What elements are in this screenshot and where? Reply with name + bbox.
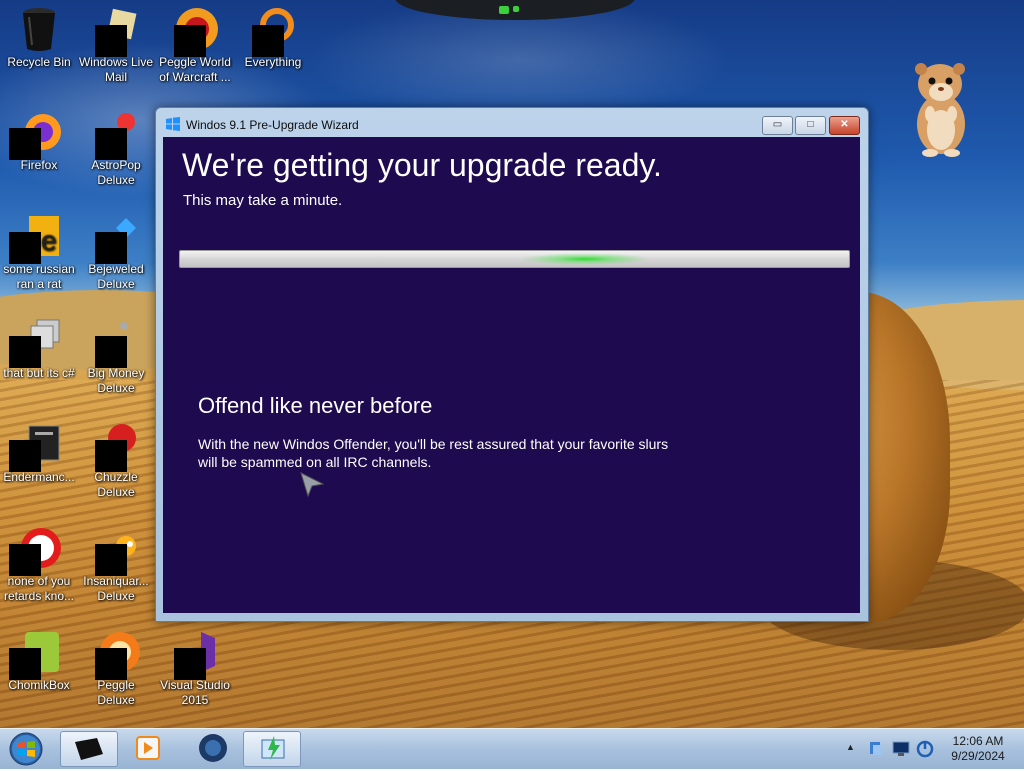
windows-orb-icon[interactable] xyxy=(6,731,46,767)
desktop-icon-rat[interactable]: e some russian ran a rat xyxy=(1,212,77,292)
volume-icon[interactable] xyxy=(916,740,934,758)
redacted-overlay xyxy=(9,544,41,576)
desktop-icon-everything[interactable]: Everything xyxy=(235,5,311,70)
icon-label: some russian ran a rat xyxy=(3,262,75,291)
icon-label: Recycle Bin xyxy=(7,55,71,69)
black-box-app-icon xyxy=(75,738,103,760)
desktop-icon-red-app[interactable]: none of you retards kno... xyxy=(1,524,77,604)
close-button[interactable]: ✕ xyxy=(829,116,860,135)
globe-browser-icon xyxy=(199,734,227,762)
taskbar-button-upgrade-wizard[interactable] xyxy=(243,731,301,767)
redacted-overlay xyxy=(9,648,41,680)
desktop-icon-firefox[interactable]: Firefox xyxy=(1,108,77,173)
redacted-overlay xyxy=(95,440,127,472)
icon-label: Peggle Deluxe xyxy=(97,678,135,707)
desktop-icon-insaniquarium[interactable]: Insaniquar... Deluxe xyxy=(78,524,154,604)
upgrade-wizard-icon xyxy=(261,736,285,760)
show-hidden-icons-chevron[interactable]: ▲ xyxy=(846,742,855,752)
desktop-icon-peggle-deluxe[interactable]: Peggle Deluxe xyxy=(78,628,154,708)
desktop-icon-endermanch[interactable]: Endermanc... xyxy=(1,420,77,485)
feature-description: With the new Windos Offender, you'll be … xyxy=(198,436,669,470)
wizard-heading: We're getting your upgrade ready. xyxy=(182,147,662,183)
redacted-overlay xyxy=(95,648,127,680)
taskbar: ▲ 12:06 AM 9/29/2024 xyxy=(0,728,1024,769)
redacted-overlay xyxy=(95,25,127,57)
icon-label: Chuzzle Deluxe xyxy=(94,470,138,499)
icon-label: none of you retards kno... xyxy=(3,574,75,603)
icon-label: Big Money Deluxe xyxy=(87,366,145,395)
window-title: Windos 9.1 Pre-Upgrade Wizard xyxy=(186,118,359,132)
system-clock[interactable]: 12:06 AM 9/29/2024 xyxy=(938,734,1018,764)
taskbar-button-browser[interactable] xyxy=(185,731,241,765)
upgrade-progress-bar xyxy=(179,250,850,268)
maximize-button[interactable]: □ xyxy=(795,116,826,135)
redacted-overlay xyxy=(95,128,127,160)
network-icon[interactable] xyxy=(868,740,884,758)
icon-label: that but its c# xyxy=(3,366,75,380)
feature-title: Offend like never before xyxy=(198,393,433,418)
desktop-icon-visual-studio[interactable]: Visual Studio 2015 xyxy=(157,628,233,708)
redacted-overlay xyxy=(95,232,127,264)
desktop-icon-bejeweled[interactable]: Bejeweled Deluxe xyxy=(78,212,154,292)
icon-label: Endermanc... xyxy=(3,470,75,484)
icon-label: Peggle World of Warcraft ... xyxy=(159,55,231,84)
desktop-icon-chuzzle[interactable]: Chuzzle Deluxe xyxy=(78,420,154,500)
redacted-overlay xyxy=(9,440,41,472)
icon-label: Everything xyxy=(244,55,302,69)
minimize-button[interactable]: ▭ xyxy=(762,116,793,135)
wizard-content: We're getting your upgrade ready. This m… xyxy=(163,137,860,613)
clock-time: 12:06 AM xyxy=(952,734,1004,748)
mouse-cursor-icon xyxy=(300,472,324,498)
redacted-overlay xyxy=(95,544,127,576)
icon-label: Visual Studio 2015 xyxy=(160,678,230,707)
redacted-overlay xyxy=(252,25,284,57)
desktop-icon-csharp[interactable]: that but its c# xyxy=(1,316,77,381)
recycle-bin-icon xyxy=(23,8,55,51)
redacted-overlay xyxy=(9,232,41,264)
clock-date: 9/29/2024 xyxy=(951,749,1005,763)
icon-label: Windows Live Mail xyxy=(78,55,154,84)
desktop-gadget[interactable] xyxy=(395,0,635,20)
display-icon[interactable] xyxy=(892,741,910,757)
media-player-icon xyxy=(136,736,160,760)
windows-logo-icon xyxy=(166,117,180,131)
icon-label: Firefox xyxy=(20,158,58,172)
icon-label: Bejeweled Deluxe xyxy=(88,262,144,291)
redacted-overlay xyxy=(95,336,127,368)
progress-marquee-glow xyxy=(520,253,650,265)
icon-label: Insaniquar... Deluxe xyxy=(83,574,149,603)
redacted-overlay xyxy=(9,336,41,368)
desktop-icon-windows-live-mail[interactable]: Windows Live Mail xyxy=(78,5,154,85)
taskbar-button-media-player[interactable] xyxy=(120,731,176,765)
redacted-overlay xyxy=(174,25,206,57)
taskbar-button-black-box[interactable] xyxy=(60,731,118,767)
desktop-icon-astropop[interactable]: AstroPop Deluxe xyxy=(78,108,154,188)
svg-text:e: e xyxy=(41,225,57,256)
redacted-overlay xyxy=(174,648,206,680)
desktop-icon-peggle-wow[interactable]: Peggle World of Warcraft ... xyxy=(157,5,233,85)
window-titlebar[interactable]: Windos 9.1 Pre-Upgrade Wizard ▭ □ ✕ xyxy=(156,108,868,136)
hamster-desktop-pet[interactable] xyxy=(908,56,972,158)
desktop-icon-big-money[interactable]: Big Money Deluxe xyxy=(78,316,154,396)
desktop-icon-chomikbox[interactable]: ChomikBox xyxy=(1,628,77,693)
desktop-icon-recycle-bin[interactable]: Recycle Bin xyxy=(1,5,77,70)
icon-label: AstroPop Deluxe xyxy=(91,158,141,187)
wizard-subheading: This may take a minute. xyxy=(183,192,343,209)
upgrade-wizard-window[interactable]: Windos 9.1 Pre-Upgrade Wizard ▭ □ ✕ We'r… xyxy=(155,107,869,622)
icon-label: ChomikBox xyxy=(8,678,70,692)
system-tray: ▲ 12:06 AM 9/29/2024 xyxy=(840,729,1024,769)
redacted-overlay xyxy=(9,128,41,160)
